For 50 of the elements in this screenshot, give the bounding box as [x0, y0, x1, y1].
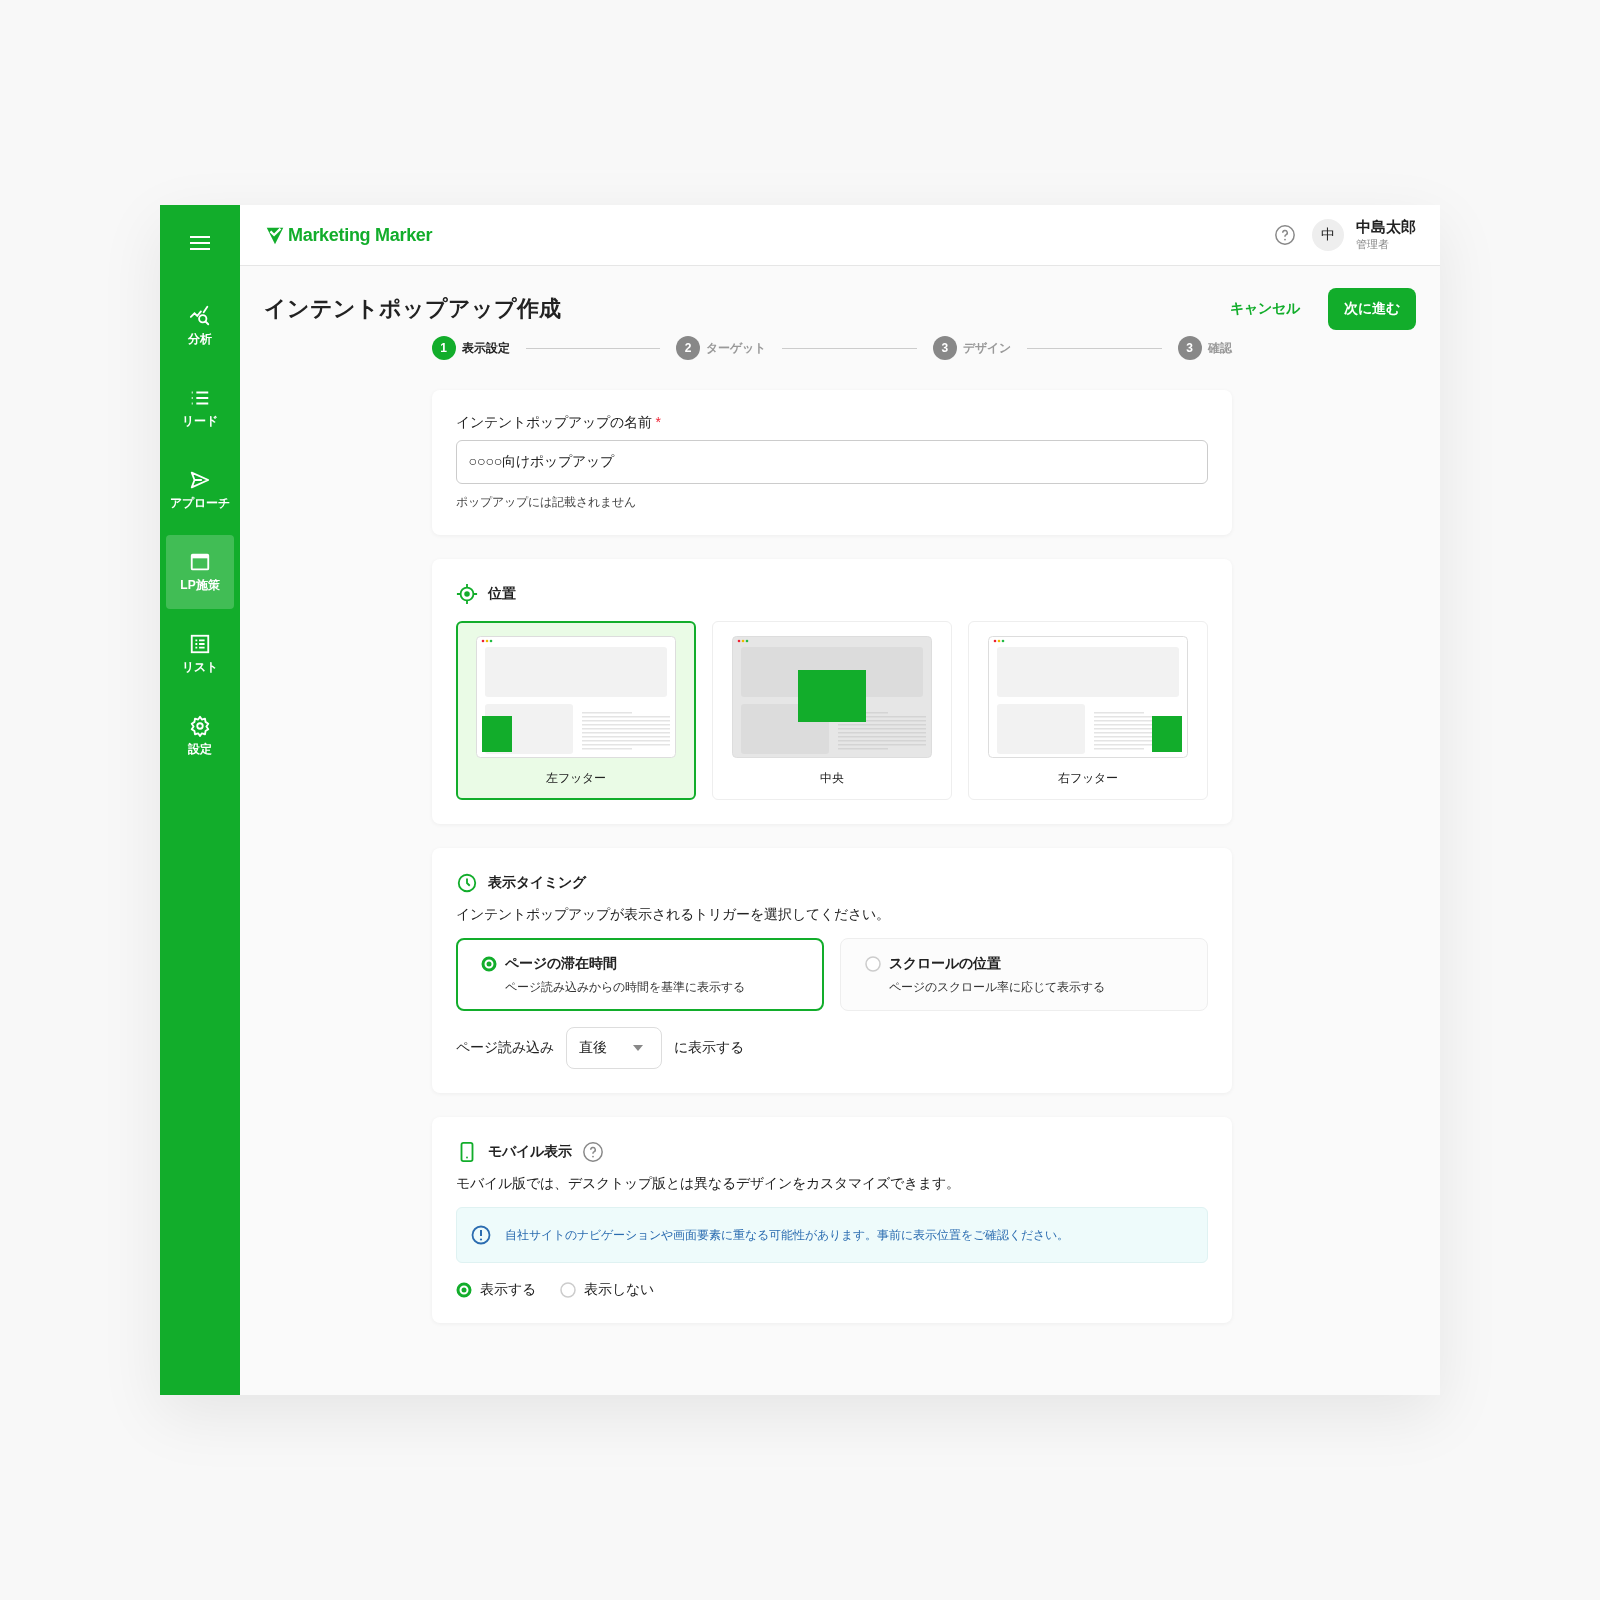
clock-icon: [455, 872, 478, 894]
help-icon[interactable]: [1274, 224, 1296, 246]
section-description: モバイル版では、デスクトップ版とは異なるデザインをカスタマイズできます。: [455, 1175, 961, 1193]
field-label: インテントポップアップの名前 *: [455, 414, 662, 432]
radio-button[interactable]: [864, 956, 881, 972]
position-option[interactable]: 右フッター: [967, 621, 1208, 800]
logo-text: Marketing Marker: [288, 224, 433, 246]
step-number: 3: [1177, 336, 1202, 360]
step-number: 1: [431, 336, 456, 360]
step-label: デザイン: [962, 339, 1011, 357]
info-icon: [470, 1225, 491, 1245]
radio-button[interactable]: [455, 1282, 472, 1298]
option-title: ページの滞在時間: [504, 955, 618, 973]
step-label: 確認: [1207, 339, 1232, 357]
radio-button[interactable]: [480, 956, 497, 972]
section-title: 位置: [487, 585, 516, 603]
user-avatar[interactable]: 中: [1312, 219, 1344, 251]
step-label: 表示設定: [461, 339, 510, 357]
radio-label: 表示しない: [583, 1281, 654, 1299]
option-description: ページ読み込みからの時間を基準に表示する: [504, 979, 746, 996]
delay-prefix: ページ読み込み: [455, 1039, 554, 1057]
position-option[interactable]: 中央: [711, 621, 952, 800]
trigger-option[interactable]: スクロールの位置 ページのスクロール率に応じて表示する: [839, 938, 1208, 1011]
option-title: スクロールの位置: [888, 955, 1002, 973]
page-title: インテントポップアップ作成: [264, 295, 561, 323]
table-icon: [189, 632, 211, 655]
trigger-option[interactable]: ページの滞在時間 ページ読み込みからの時間を基準に表示する: [455, 938, 824, 1011]
name-input-field[interactable]: ○○○○向けポップアップ: [455, 440, 1208, 484]
delay-suffix: に表示する: [673, 1039, 744, 1057]
menu-icon[interactable]: [189, 235, 211, 251]
delay-select[interactable]: 直後: [565, 1027, 662, 1069]
section-title: 表示タイミング: [487, 874, 586, 892]
caret-icon: [632, 1045, 643, 1051]
user-name: 中島太郎: [1356, 218, 1416, 237]
settings-icon: [189, 714, 211, 737]
user-role: 管理者: [1356, 237, 1390, 252]
position-option[interactable]: 左フッター: [455, 621, 696, 800]
radio-label: 表示する: [479, 1281, 536, 1299]
chart-search-icon: [189, 304, 211, 327]
field-hint: ポップアップには記載されません: [455, 494, 637, 511]
step-number: 2: [676, 336, 701, 360]
step-label: ターゲット: [706, 339, 767, 357]
radio-button[interactable]: [559, 1282, 576, 1298]
notice-text: 自社サイトのナビゲーションや画面要素に重なる可能性があります。事前に表示位置をご確認ください。: [504, 1226, 1069, 1244]
help-icon[interactable]: [581, 1141, 604, 1163]
target-icon: [455, 583, 478, 605]
section-description: インテントポップアップが表示されるトリガーを選択してください。: [455, 906, 891, 924]
section-title: モバイル表示: [487, 1143, 572, 1161]
option-description: ページのスクロール率に応じて表示する: [888, 979, 1106, 996]
step-number: 3: [932, 336, 957, 360]
